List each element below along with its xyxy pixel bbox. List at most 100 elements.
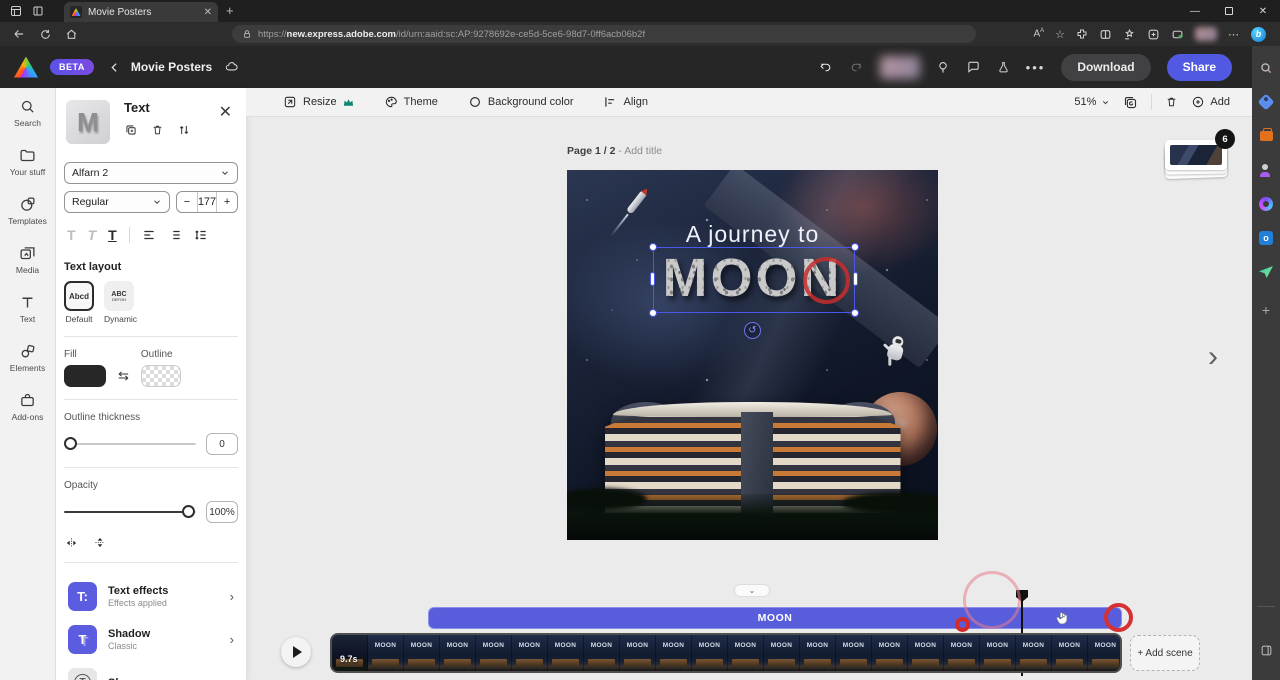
read-aloud-icon[interactable]: AA <box>1033 28 1044 39</box>
align-button[interactable]: Align <box>603 95 647 109</box>
collections-icon[interactable] <box>1123 28 1136 41</box>
tab-close-icon[interactable]: ✕ <box>204 7 212 18</box>
sidebar-item-your-stuff[interactable]: Your stuff <box>0 137 55 186</box>
games-people-icon[interactable] <box>1258 162 1274 178</box>
font-weight-select[interactable]: Regular <box>64 191 170 213</box>
background-color-button[interactable]: Background color <box>468 95 574 109</box>
browser-tab[interactable]: Movie Posters ✕ <box>64 2 218 22</box>
swap-fill-outline-icon[interactable]: ⇆ <box>118 368 129 384</box>
window-minimize-button[interactable]: — <box>1178 0 1212 22</box>
playhead-handle[interactable] <box>1016 590 1028 602</box>
settings-menu-icon[interactable]: ⋯ <box>1228 28 1240 41</box>
sidebar-item-add-ons[interactable]: Add-ons <box>0 382 55 431</box>
tools-briefcase-icon[interactable] <box>1258 128 1274 144</box>
add-sidebar-app-icon[interactable]: + <box>1258 302 1274 318</box>
delete-page-icon[interactable] <box>1165 95 1178 109</box>
outline-color-swatch[interactable] <box>141 365 181 387</box>
experiments-flask-icon[interactable] <box>997 60 1010 75</box>
more-options-icon[interactable]: ••• <box>1026 60 1046 75</box>
sidebar-panel-icon[interactable] <box>1258 642 1274 658</box>
slider-knob[interactable] <box>182 505 195 518</box>
document-title[interactable]: Movie Posters <box>131 60 212 74</box>
split-screen-icon[interactable] <box>1099 28 1112 41</box>
layout-default-option[interactable]: Abcd <box>64 281 94 311</box>
fill-color-swatch[interactable] <box>64 365 106 387</box>
workspaces-icon[interactable] <box>10 5 22 17</box>
share-button[interactable]: Share <box>1167 54 1232 81</box>
font-family-select[interactable]: Alfarn 2 <box>64 162 238 184</box>
collapse-timeline-button[interactable]: ⌄ <box>734 584 770 597</box>
home-icon[interactable] <box>58 28 84 41</box>
shape-row[interactable]: T Shape › <box>64 661 238 680</box>
resize-handle-side[interactable] <box>650 272 655 286</box>
refresh-icon[interactable] <box>32 28 58 41</box>
next-page-chevron[interactable]: › <box>1208 340 1218 374</box>
duplicate-icon[interactable] <box>124 123 138 137</box>
sidebar-item-search[interactable]: Search <box>0 88 55 137</box>
underline-button[interactable]: T <box>108 227 117 243</box>
sidebar-item-media[interactable]: Media <box>0 235 55 284</box>
flip-horizontal-icon[interactable] <box>64 535 79 550</box>
rotate-handle[interactable]: ↺ <box>744 322 761 339</box>
line-spacing-icon[interactable] <box>194 228 208 242</box>
ideas-lightbulb-icon[interactable] <box>936 60 950 75</box>
shadow-row[interactable]: T Shadow Classic › <box>64 618 238 661</box>
resize-handle[interactable] <box>851 309 859 317</box>
window-close-button[interactable]: ✕ <box>1246 0 1280 22</box>
tab-groups-icon[interactable] <box>1147 28 1160 41</box>
favorites-icon[interactable]: ☆ <box>1055 28 1065 41</box>
text-align-icon[interactable] <box>142 228 156 242</box>
resize-handle-side[interactable] <box>853 272 858 286</box>
italic-button[interactable]: T <box>88 227 97 243</box>
resize-handle[interactable] <box>851 243 859 251</box>
back-to-home-icon[interactable] <box>108 61 121 74</box>
download-button[interactable]: Download <box>1061 54 1150 81</box>
redo-icon[interactable] <box>849 61 864 74</box>
opacity-slider[interactable] <box>64 511 196 513</box>
layout-dynamic-option[interactable]: ABCDEFGH <box>104 281 134 311</box>
add-title-hint[interactable]: - Add title <box>618 145 662 157</box>
outline-thickness-value[interactable]: 0 <box>206 433 238 455</box>
resize-button[interactable]: Resize <box>283 95 354 109</box>
sidebar-search-icon[interactable] <box>1258 60 1274 76</box>
duplicate-page-icon[interactable] <box>1123 95 1138 110</box>
back-icon[interactable] <box>6 27 32 41</box>
sidebar-item-templates[interactable]: Templates <box>0 186 55 235</box>
slider-knob[interactable] <box>64 437 77 450</box>
bold-button[interactable]: T <box>67 227 76 243</box>
poster-canvas[interactable]: A journey to MOON ↺ <box>567 170 938 540</box>
timeline-text-clip[interactable]: MOON <box>428 607 1122 629</box>
window-maximize-button[interactable] <box>1212 0 1246 22</box>
shopping-tag-icon[interactable] <box>1258 94 1274 110</box>
list-icon[interactable] <box>168 228 182 242</box>
resize-handle[interactable] <box>649 309 657 317</box>
delete-icon[interactable] <box>151 123 164 137</box>
bing-copilot-icon[interactable]: b <box>1251 27 1266 42</box>
vertical-tabs-icon[interactable] <box>32 5 44 17</box>
undo-icon[interactable] <box>818 61 833 74</box>
font-size-increase-button[interactable]: + <box>217 192 237 212</box>
address-bar[interactable]: https://new.express.adobe.com/id/urn:aai… <box>232 25 976 43</box>
add-scene-button[interactable]: + Add scene <box>1130 635 1200 671</box>
browser-essentials-icon[interactable] <box>1171 28 1184 41</box>
add-page-button[interactable]: Add <box>1191 95 1230 109</box>
copilot-icon[interactable] <box>1258 196 1274 212</box>
extensions-icon[interactable] <box>1076 28 1088 40</box>
outline-thickness-slider[interactable] <box>64 443 196 445</box>
page-stack-thumbnail[interactable]: 6 <box>1161 138 1233 180</box>
font-size-decrease-button[interactable]: − <box>177 192 197 212</box>
comments-icon[interactable] <box>966 60 981 74</box>
flip-vertical-icon[interactable] <box>93 535 107 550</box>
timeline-filmstrip[interactable]: MOONMOONMOONMOONMOONMOONMOONMOONMOONMOON… <box>330 633 1122 673</box>
sidebar-item-elements[interactable]: Elements <box>0 333 55 382</box>
text-effects-row[interactable]: T: Text effects Effects applied › <box>64 575 238 618</box>
drop-paper-plane-icon[interactable] <box>1258 264 1274 280</box>
play-button[interactable] <box>281 637 311 667</box>
opacity-value[interactable]: 100% <box>206 501 238 523</box>
profile-avatar[interactable] <box>1195 27 1217 41</box>
theme-button[interactable]: Theme <box>384 95 438 109</box>
sidebar-item-text[interactable]: Text <box>0 284 55 333</box>
outlook-icon[interactable]: o <box>1258 230 1274 246</box>
close-panel-icon[interactable]: ✕ <box>215 100 236 124</box>
zoom-control[interactable]: 51% <box>1074 96 1110 108</box>
